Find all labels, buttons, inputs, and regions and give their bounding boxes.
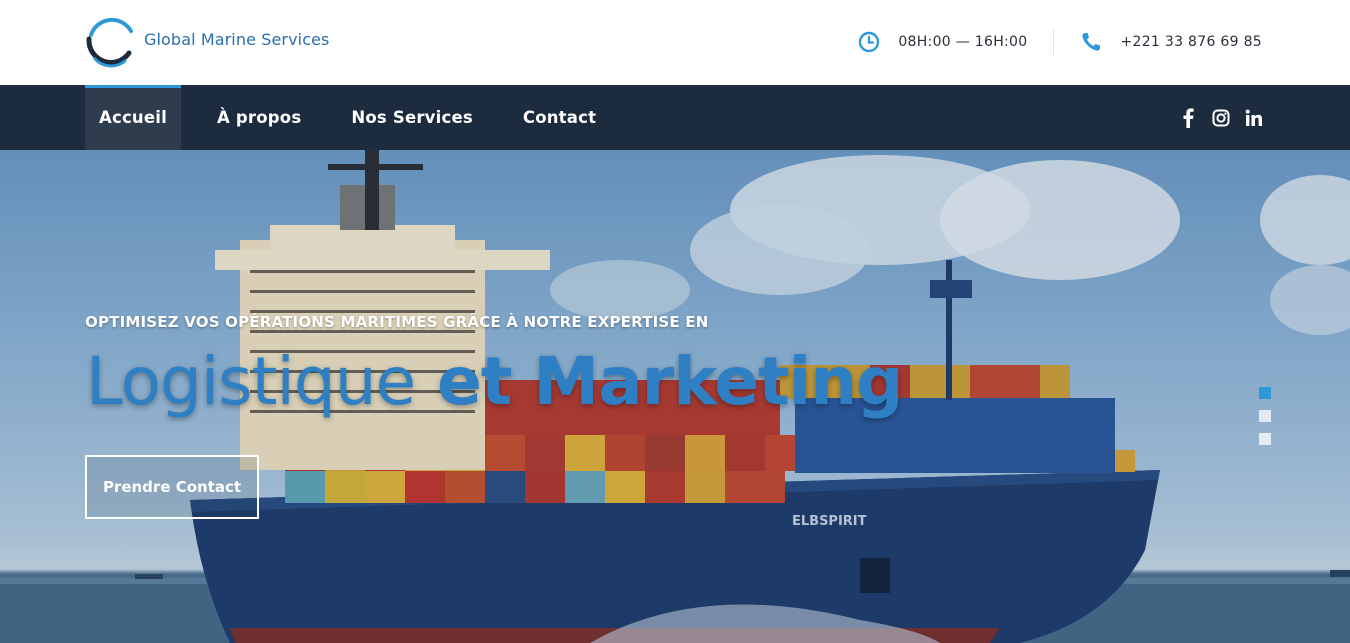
phone-contact[interactable]: +221 33 876 69 85 <box>1079 30 1262 54</box>
hero-title-part2: et Marketing <box>437 343 903 420</box>
main-nav: Accueil À propos Nos Services Contact <box>0 85 1350 150</box>
opening-hours: 08H:00 — 16H:00 <box>857 30 1027 54</box>
nav-item-a-propos[interactable]: À propos <box>203 85 315 150</box>
slider-dot-1[interactable] <box>1259 387 1271 399</box>
prendre-contact-button[interactable]: Prendre Contact <box>85 455 259 519</box>
phone-text[interactable]: +221 33 876 69 85 <box>1120 34 1262 50</box>
hero-title-part1: Logistique <box>86 343 416 420</box>
nav-item-nos-services[interactable]: Nos Services <box>337 85 487 150</box>
logo-mark-icon <box>85 13 135 69</box>
logo[interactable]: Global Marine Services <box>85 13 330 69</box>
facebook-icon[interactable] <box>1178 107 1198 128</box>
slider-pagination <box>1259 387 1271 456</box>
hero-subtitle: OPTIMISEZ VOS OPÉRATIONS MARITIMES GRÂCE… <box>85 313 709 331</box>
top-header: Global Marine Services 08H:00 — 16H:00 +… <box>0 0 1350 85</box>
hero-title: Logistique et Marketing <box>86 343 903 420</box>
nav-item-accueil[interactable]: Accueil <box>85 85 181 150</box>
slider-dot-2[interactable] <box>1259 410 1271 422</box>
nav-item-contact[interactable]: Contact <box>509 85 610 150</box>
linkedin-icon[interactable] <box>1244 108 1264 128</box>
hours-text: 08H:00 — 16H:00 <box>898 34 1028 50</box>
social-links <box>1165 85 1264 150</box>
nav-menu: Accueil À propos Nos Services Contact <box>85 85 632 150</box>
brand-name: Global Marine Services <box>144 29 330 49</box>
instagram-icon[interactable] <box>1211 108 1231 128</box>
contact-info: 08H:00 — 16H:00 +221 33 876 69 85 <box>857 28 1262 56</box>
hero-slider: ELBSPIRIT OPTIMISEZ VOS OPÉRATIONS MARIT… <box>0 150 1350 643</box>
clock-icon <box>857 30 881 54</box>
slider-dot-3[interactable] <box>1259 433 1271 445</box>
phone-icon <box>1079 30 1103 54</box>
header-divider <box>1053 29 1055 55</box>
